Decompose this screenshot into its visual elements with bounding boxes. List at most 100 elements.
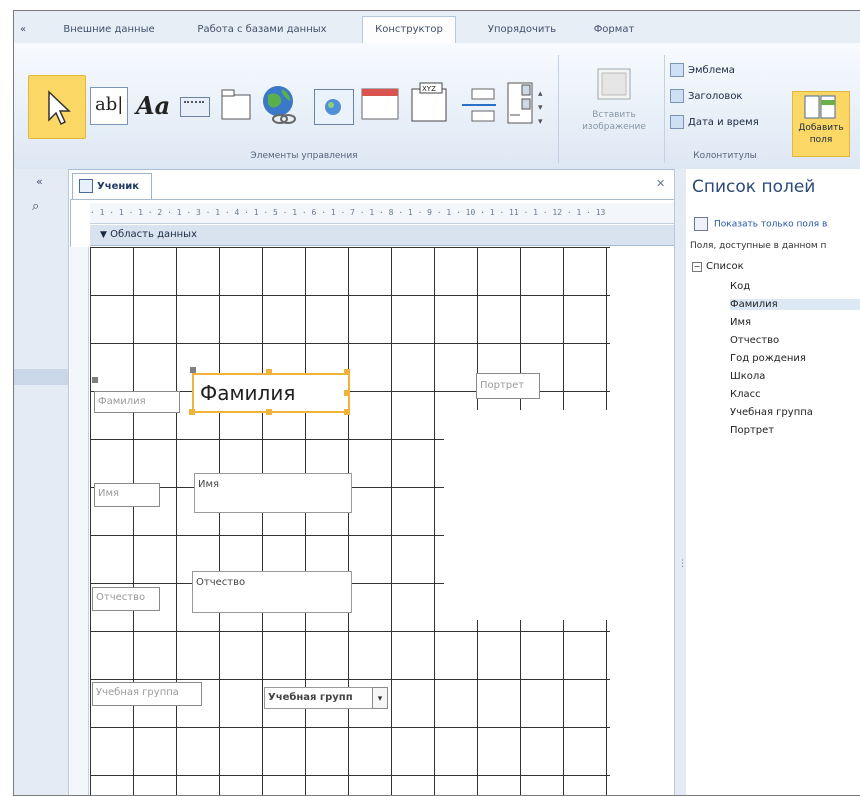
study-group-combo-text: Учебная групп [268,692,353,703]
tab-control-icon [221,89,251,120]
form-icon [79,179,93,193]
label-icon: Aa [136,91,171,120]
title-icon [670,89,684,103]
logo-icon [670,63,684,77]
button-icon [184,101,204,113]
field-item[interactable]: Учебная группа [730,407,813,418]
label-tool-button[interactable]: Aa [134,87,174,123]
field-item[interactable]: Код [730,281,750,292]
tab-design[interactable]: Конструктор [362,16,456,43]
field-item[interactable]: Класс [730,389,761,400]
page-break-icon [462,88,496,122]
field-list-icon [804,95,836,119]
document-tab[interactable]: Ученик [72,173,152,200]
insert-image-icon [597,68,631,100]
patronymic-label-control[interactable]: Отчество [92,587,160,611]
field-item-selected[interactable]: Фамилия [730,299,860,310]
tab-control-tool-button[interactable] [220,87,254,123]
vertical-ruler [70,247,89,795]
textbox-icon: ab| [95,94,124,115]
option-group-icon: XYZ [411,82,447,122]
portrait-label-control[interactable]: Портрет [476,373,540,399]
collapse-icon[interactable]: − [692,262,702,272]
button-tool-button[interactable] [180,97,210,117]
add-fields-button[interactable]: Добавить поля [792,91,850,157]
ribbon-separator [558,55,559,163]
search-icon[interactable]: ⌕ [32,199,39,214]
chevron-down-icon[interactable]: ▾ [372,687,388,709]
page-break-tool-button[interactable] [460,85,498,125]
surname-label-control[interactable]: Фамилия [94,391,180,413]
resize-handle[interactable] [266,409,272,415]
tab-overflow-icon[interactable]: « [16,17,30,43]
hyperlink-icon [263,86,296,124]
resize-handle[interactable] [344,409,350,415]
resize-handle[interactable] [344,390,350,396]
name-label-control[interactable]: Имя [94,483,160,507]
insert-image-button[interactable]: Вставить изображение [568,65,660,149]
navigation-icon [361,88,399,120]
section-marker-icon: ▼ [100,230,107,240]
table-node-label: Список [706,261,744,272]
patronymic-textbox-control[interactable]: Отчество [192,571,352,613]
nav-selected-item[interactable] [14,369,68,385]
name-textbox-control[interactable]: Имя [194,473,352,513]
detail-section-label: Область данных [110,229,197,240]
option-group-tool-button[interactable]: XYZ [408,79,452,125]
field-item[interactable]: Отчество [730,335,779,346]
logo-label: Эмблема [688,65,735,76]
ribbon-separator [664,55,665,163]
resize-handle[interactable] [189,409,195,415]
combo-box-tool-button[interactable] [506,79,536,129]
pointer-icon [48,90,71,126]
web-browser-tool-button[interactable] [314,89,354,125]
field-list-title: Список полей [692,177,816,197]
textbox-tool-button[interactable]: ab| [90,87,128,125]
study-group-label-control[interactable]: Учебная группа [92,682,202,706]
field-item[interactable]: Год рождения [730,353,806,364]
tab-format[interactable]: Формат [582,17,646,43]
header-footer-group-caption: Колонтитулы [693,151,757,161]
pointer-tool-button[interactable] [28,75,86,139]
logo-button[interactable]: Эмблема [670,63,735,77]
detail-section-header[interactable]: ▼ Область данных [90,225,674,246]
add-fields-label: Добавить поля [798,123,844,145]
surname-textbox-control[interactable]: Фамилия [192,373,350,413]
title-button[interactable]: Заголовок [670,89,742,103]
navigation-tool-button[interactable] [360,85,400,123]
show-only-fields-text: Показать только поля в [714,219,828,230]
resize-handle[interactable] [344,369,350,375]
combo-box-icon [507,82,533,124]
field-item[interactable]: Школа [730,371,765,382]
resize-handle[interactable] [266,369,272,375]
date-time-label: Дата и время [688,117,759,128]
close-document-icon[interactable]: ✕ [656,177,665,190]
hyperlink-tool-button[interactable] [260,81,300,127]
calendar-icon [670,115,684,129]
study-group-combo-control[interactable]: Учебная групп ▾ [264,687,388,709]
web-browser-icon [325,99,341,115]
show-only-fields-link[interactable]: Показать только поля в [694,217,827,231]
field-item[interactable]: Портрет [730,425,774,436]
insert-image-label: Вставить изображение [582,110,646,132]
document-tab-label: Ученик [97,181,140,192]
field-item[interactable]: Имя [730,317,751,328]
navigation-pane-collapsed[interactable]: « ⌕ [14,169,69,795]
tab-database-tools[interactable]: Работа с базами данных [182,17,342,43]
horizontal-ruler: · 1 · 1 · 1 · 2 · 1 · 3 · 1 · 4 · 1 · 5 … [90,203,674,224]
field-list-pane: Список полей Показать только поля в Поля… [686,169,860,795]
controls-group-caption: Элементы управления [250,151,358,161]
title-label: Заголовок [688,91,743,102]
date-time-button[interactable]: Дата и время [670,115,759,129]
expand-nav-icon[interactable]: « [36,175,43,188]
tab-arrange[interactable]: Упорядочить [476,17,568,43]
table-node-list[interactable]: − Список [692,261,744,272]
access-window: « Внешние данные Работа с базами данных … [13,10,860,796]
filter-icon [694,217,708,231]
gallery-more-icon[interactable]: ▴ ▾ ▾ [538,87,552,137]
move-handle[interactable] [92,377,98,383]
move-handle[interactable] [190,367,196,373]
tab-external-data[interactable]: Внешние данные [54,17,164,43]
available-fields-caption: Поля, доступные в данном п [690,241,827,251]
ribbon-body: ab| Aa XYZ ▴ ▾ ▾ Элементы управления Вст… [14,43,860,170]
